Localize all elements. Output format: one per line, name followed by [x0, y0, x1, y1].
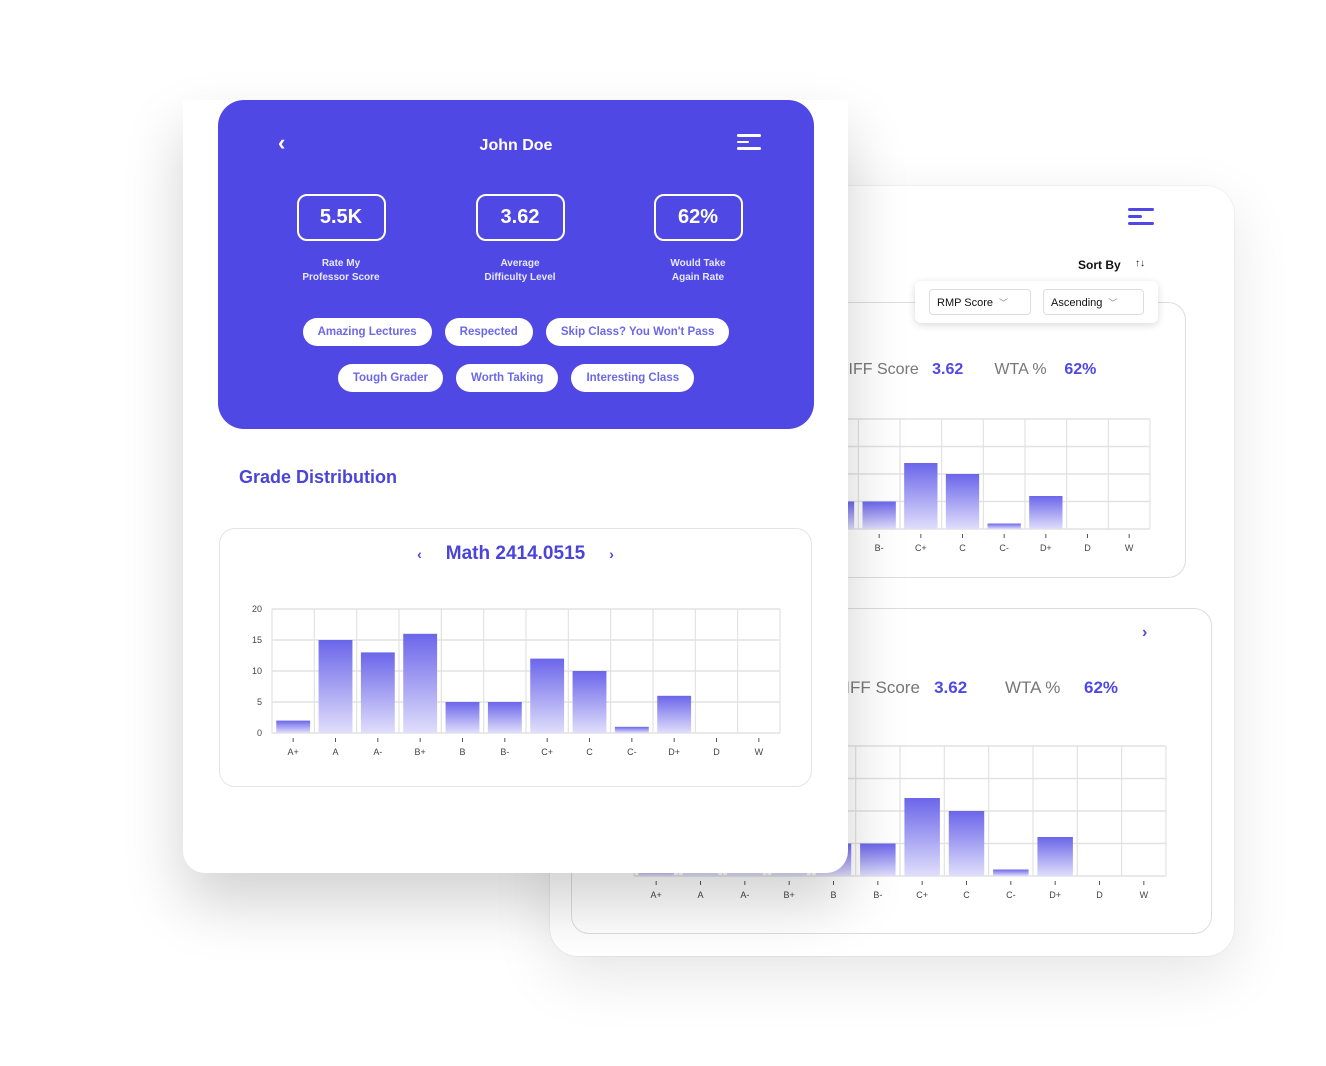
chevron-left-icon[interactable]: ‹: [417, 546, 422, 562]
bar-C-: [987, 523, 1021, 529]
sort-order-select[interactable]: Ascending ﹀: [1043, 289, 1144, 315]
x-tick-label: A: [697, 890, 703, 900]
bar-D+: [1029, 496, 1063, 529]
bar-C+: [904, 798, 940, 876]
x-tick-label: A+: [651, 890, 662, 900]
card-stats: DIFF Score 3.62 WTA % 62%: [837, 361, 1097, 378]
y-tick-label: 10: [252, 666, 262, 676]
y-tick-label: 20: [252, 604, 262, 614]
sort-field-select[interactable]: RMP Score ﹀: [929, 289, 1031, 315]
chevron-down-icon: ﹀: [999, 298, 1009, 308]
x-tick-label: D: [1096, 890, 1103, 900]
x-tick-label: C-: [1006, 890, 1016, 900]
bar-B: [445, 702, 480, 733]
x-tick-label: B: [830, 890, 836, 900]
bar-A+: [276, 720, 311, 733]
x-tick-label: D: [713, 747, 720, 757]
difficulty-stat: 3.62 Average Difficulty Level: [445, 194, 595, 285]
professor-name: John Doe: [479, 137, 553, 154]
tag-chip[interactable]: Worth Taking: [456, 364, 559, 392]
x-tick-label: W: [1125, 543, 1134, 552]
y-tick-label: 15: [252, 635, 262, 645]
bar-B+: [403, 633, 438, 733]
x-tick-label: B-: [500, 747, 509, 757]
bar-B-: [487, 702, 522, 733]
bar-C-: [993, 869, 1029, 876]
bar-C: [948, 811, 985, 876]
x-tick-label: W: [1140, 890, 1149, 900]
stat-value: 3.62: [475, 194, 565, 241]
menu-icon[interactable]: [737, 134, 761, 154]
sort-order-value: Ascending: [1051, 297, 1103, 309]
x-tick-label: D+: [1049, 890, 1061, 900]
x-tick-label: C: [963, 890, 970, 900]
stat-value: 62%: [653, 194, 743, 241]
bar-C+: [904, 463, 938, 529]
stat-label: Average Difficulty Level: [484, 258, 556, 283]
x-tick-label: A: [332, 747, 338, 757]
chevron-right-icon[interactable]: ›: [1142, 624, 1147, 642]
grade-distribution-title: Grade Distribution: [239, 467, 398, 487]
x-tick-label: C: [586, 747, 593, 757]
card-stats: DIFF Score 3.62 WTA % 62%: [833, 678, 1119, 697]
tag-row: Amazing Lectures Respected Skip Class? Y…: [218, 318, 814, 346]
sort-field-value: RMP Score: [937, 297, 994, 309]
x-tick-label: B: [459, 747, 465, 757]
x-tick-label: A-: [740, 890, 749, 900]
x-tick-label: C-: [627, 747, 637, 757]
x-tick-label: D+: [1040, 543, 1052, 552]
x-tick-label: D: [1084, 543, 1091, 552]
bar-C+: [530, 658, 565, 733]
x-tick-label: B-: [873, 890, 882, 900]
professor-header: ‹ John Doe 5.5K Rate My Professor Score …: [218, 100, 814, 429]
bar-B-: [860, 843, 896, 876]
tag-chip[interactable]: Skip Class? You Won't Pass: [545, 318, 730, 346]
x-tick-label: D+: [668, 747, 680, 757]
tag-chip[interactable]: Amazing Lectures: [302, 318, 432, 346]
would-take-again-stat: 62% Would Take Again Rate: [623, 194, 773, 285]
menu-icon[interactable]: [1128, 208, 1154, 228]
grade-distribution-chart: 0 5 10 15 20 A+ A A- B+ B B- C+ C C- D+ D W: [252, 604, 781, 757]
stat-label: Would Take Again Rate: [670, 258, 726, 283]
stat-value: 5.5K: [296, 194, 386, 241]
x-tick-label: C+: [916, 890, 928, 900]
tag-row: Tough Grader Worth Taking Interesting Cl…: [218, 364, 814, 392]
x-tick-label: C: [959, 543, 966, 552]
y-tick-label: 0: [257, 728, 262, 738]
x-tick-label: A+: [288, 747, 299, 757]
bar-D+: [1037, 837, 1073, 876]
bar-B-: [862, 501, 896, 529]
x-tick-label: B+: [415, 747, 426, 757]
tag-chip[interactable]: Interesting Class: [571, 364, 695, 392]
course-nav: ‹ Math 2414.0515 ›: [220, 543, 811, 565]
chevron-down-icon: ﹀: [1108, 298, 1118, 308]
bar-A: [318, 640, 353, 733]
bar-A-: [360, 652, 395, 733]
y-tick-label: 5: [257, 697, 262, 707]
rmp-score-stat: 5.5K Rate My Professor Score: [266, 194, 416, 285]
bar-C: [572, 671, 607, 733]
bar-C-: [614, 726, 649, 733]
sort-arrows-icon[interactable]: ↑↓: [1135, 258, 1145, 269]
tag-chip[interactable]: Respected: [444, 318, 533, 346]
grade-chart-card: ‹ Math 2414.0515 › 0 5 10 15 20 A+ A A- B+ B B- C+ C C-…: [219, 528, 812, 787]
tag-chip[interactable]: Tough Grader: [337, 364, 444, 392]
x-tick-label: B+: [784, 890, 795, 900]
x-tick-label: A-: [373, 747, 382, 757]
course-name: Math 2414.0515: [445, 543, 586, 564]
x-tick-label: B-: [875, 543, 884, 552]
x-tick-label: C+: [915, 543, 927, 552]
bar-C: [945, 474, 980, 529]
sort-by-label: Sort By: [1078, 258, 1121, 272]
chevron-right-icon[interactable]: ›: [609, 546, 614, 562]
x-tick-label: C-: [999, 543, 1009, 552]
stat-label: Rate My Professor Score: [302, 258, 380, 283]
sort-popover: RMP Score ﹀ Ascending ﹀: [915, 281, 1158, 323]
bar-D+: [657, 695, 692, 733]
x-tick-label: C+: [541, 747, 553, 757]
x-tick-label: W: [755, 747, 764, 757]
